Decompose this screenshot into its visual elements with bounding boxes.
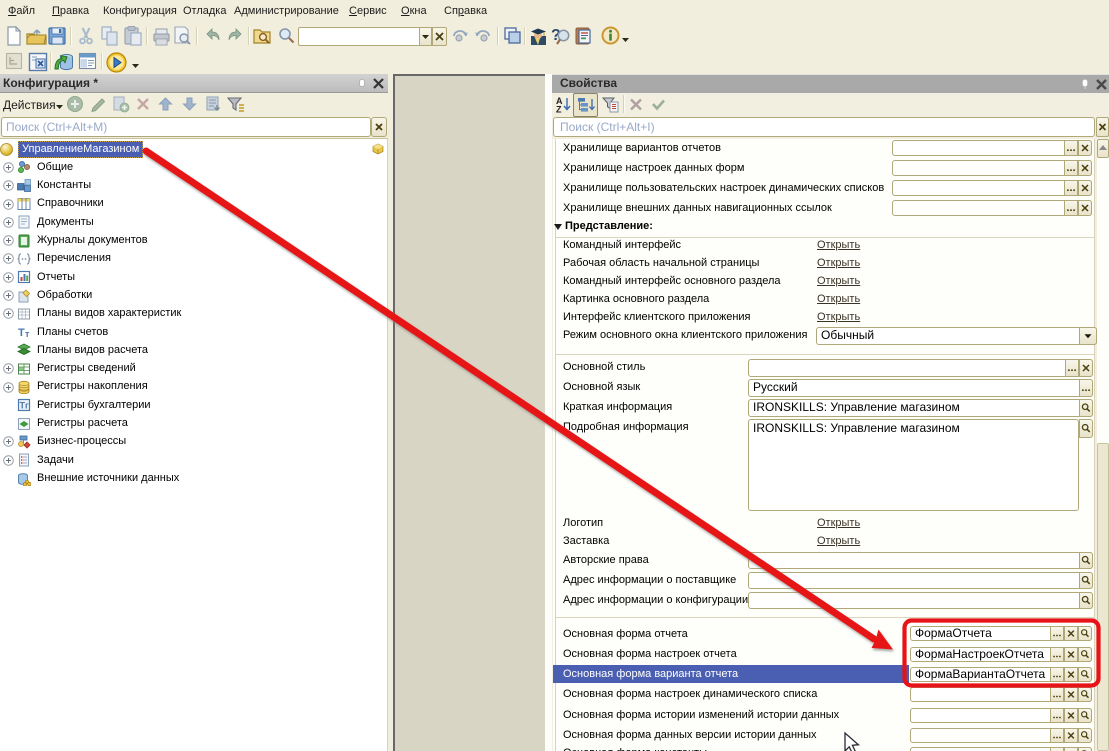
svg-text:Т: Т — [18, 327, 25, 339]
svg-text:Тг: Тг — [20, 401, 29, 411]
svg-text:Z: Z — [556, 105, 562, 114]
svg-text:т: т — [25, 329, 30, 339]
